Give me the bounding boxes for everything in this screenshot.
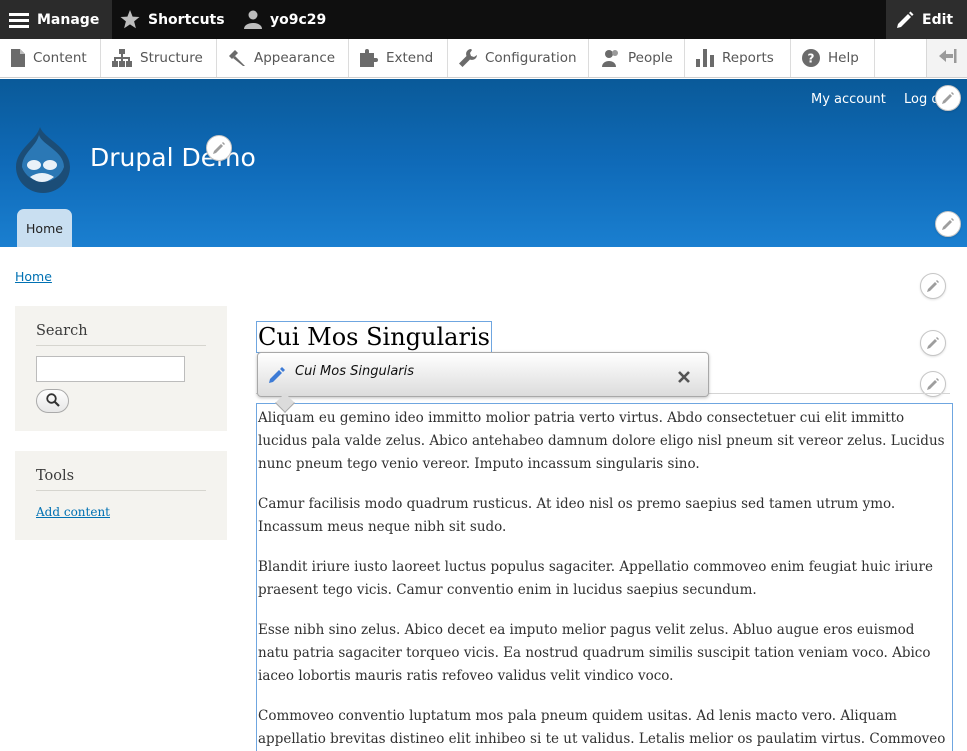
user-icon [244, 10, 262, 29]
drupal-logo[interactable] [14, 127, 72, 197]
close-icon[interactable] [678, 368, 690, 387]
menu-label-extend: Extend [386, 50, 434, 66]
divider [36, 345, 206, 346]
manage-label: Manage [37, 11, 100, 28]
menu-label-configuration: Configuration [485, 50, 577, 66]
menu-label-structure: Structure [140, 50, 203, 66]
body-paragraph: Commoveo conventio luptatum mos pala pne… [258, 708, 946, 747]
manage-button[interactable]: Manage [0, 0, 112, 39]
pencil-icon [896, 11, 914, 29]
pencil-icon [213, 142, 225, 154]
page-title[interactable]: Cui Mos Singularis [256, 321, 492, 353]
username-label: yo9c29 [270, 11, 327, 28]
body-paragraph: Blandit iriure iusto laoreet luctus popu… [258, 559, 933, 598]
search-button[interactable] [36, 389, 69, 413]
menu-item-content[interactable]: Content [0, 39, 101, 77]
arrow-left-bar-icon [937, 48, 957, 68]
node-body-field[interactable]: Aliquam eu gemino ideo immitto molior pa… [256, 403, 953, 751]
pencil-icon [927, 337, 939, 349]
breadcrumb-home-link[interactable]: Home [15, 269, 52, 284]
sitemap-icon [112, 49, 132, 67]
document-icon [11, 49, 25, 67]
add-content-link[interactable]: Add content [36, 505, 110, 519]
body-paragraph: Camur facilisis modo quadrum rusticus. A… [258, 496, 896, 535]
collapse-tray-button[interactable] [926, 39, 967, 77]
admin-menu-tray: Content Structure Appearance Extend Conf… [0, 39, 967, 78]
menu-label-reports: Reports [722, 50, 774, 66]
hamburger-icon [9, 12, 29, 28]
people-icon [600, 49, 620, 67]
edit-page-title-button[interactable] [920, 330, 946, 356]
menu-item-help[interactable]: ? Help [791, 39, 875, 77]
menu-item-reports[interactable]: Reports [685, 39, 791, 77]
pencil-icon [927, 280, 939, 292]
menu-label-help: Help [828, 50, 859, 66]
toolbar-bar: Manage Shortcuts yo9c29 Edit [0, 0, 967, 39]
tools-block-title: Tools [36, 468, 75, 484]
menu-item-structure[interactable]: Structure [101, 39, 217, 77]
tools-block: Tools Add content [15, 451, 227, 540]
menu-item-extend[interactable]: Extend [349, 39, 448, 77]
edit-branding-button[interactable] [206, 135, 232, 161]
primary-tab-home[interactable]: Home [17, 209, 72, 247]
site-header: My account Log out Drupal Demo Home [0, 79, 967, 247]
divider [36, 490, 206, 491]
edit-secondary-menu-button[interactable] [935, 85, 961, 111]
star-icon [120, 10, 140, 29]
pencil-icon [269, 367, 285, 387]
pencil-icon [927, 378, 939, 390]
shortcuts-label: Shortcuts [148, 11, 225, 28]
menu-item-people[interactable]: People [589, 39, 685, 77]
pencil-icon [942, 218, 954, 230]
body-paragraph: Esse nibh sino zelus. Abico decet ea imp… [258, 622, 931, 684]
edit-breadcrumb-button[interactable] [920, 273, 946, 299]
menu-item-configuration[interactable]: Configuration [448, 39, 589, 77]
user-button[interactable]: yo9c29 [244, 0, 326, 39]
paintbrush-icon [228, 49, 246, 67]
bar-chart-icon [696, 49, 714, 67]
edit-main-menu-button[interactable] [935, 211, 961, 237]
menu-label-appearance: Appearance [254, 50, 336, 66]
search-input[interactable] [36, 356, 185, 382]
wrench-icon [459, 49, 477, 67]
my-account-link[interactable]: My account [811, 92, 886, 107]
log-out-link[interactable]: Log out [904, 92, 936, 107]
shortcuts-button[interactable]: Shortcuts [120, 0, 225, 39]
edit-mode-button[interactable]: Edit [886, 0, 967, 39]
pencil-icon [942, 92, 954, 104]
quick-edit-toolbar: Cui Mos Singularis [257, 352, 709, 413]
puzzle-icon [360, 49, 378, 67]
svg-text:?: ? [808, 52, 815, 66]
search-block-title: Search [36, 323, 88, 339]
menu-item-appearance[interactable]: Appearance [217, 39, 349, 77]
help-icon: ? [802, 49, 820, 67]
edit-label: Edit [922, 11, 954, 28]
menu-label-people: People [628, 50, 673, 66]
search-icon [45, 392, 60, 411]
quick-edit-label: Cui Mos Singularis [295, 364, 415, 379]
search-block: Search [15, 306, 227, 431]
body-paragraph: Aliquam eu gemino ideo immitto molior pa… [258, 410, 945, 472]
menu-label-content: Content [33, 50, 87, 66]
